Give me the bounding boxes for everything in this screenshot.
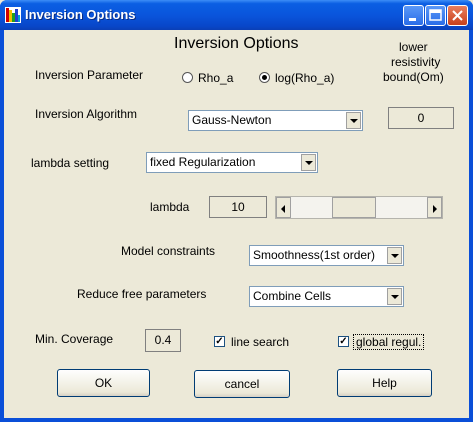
reduce-params-label: Reduce free parameters	[77, 287, 207, 301]
radio-log-rho-a[interactable]	[259, 72, 270, 83]
radio-rho-a-label[interactable]: Rho_a	[198, 71, 233, 85]
lambda-setting-label: lambda setting	[31, 156, 110, 170]
chevron-down-icon[interactable]	[387, 247, 402, 264]
lambda-field[interactable]: 10	[209, 196, 267, 218]
min-coverage-label: Min. Coverage	[35, 332, 114, 346]
minimize-icon	[409, 18, 416, 21]
app-icon	[5, 7, 21, 23]
maximize-icon	[429, 9, 442, 21]
chevron-down-icon[interactable]	[387, 288, 402, 305]
lambda-label: lambda	[150, 200, 190, 214]
global-regul-checkbox[interactable]: ✓	[338, 336, 349, 347]
radio-rho-a[interactable]	[182, 72, 193, 83]
reduce-params-value: Combine Cells	[253, 289, 332, 303]
lambda-slider[interactable]	[275, 196, 443, 219]
arrow-left-icon	[281, 205, 285, 213]
inversion-algorithm-label: Inversion Algorithm	[35, 107, 138, 121]
dialog-window: Inversion Options Inversion Options lowe…	[0, 0, 473, 422]
window-title: Inversion Options	[25, 7, 136, 22]
inversion-parameter-label: Inversion Parameter	[35, 68, 144, 82]
close-button[interactable]	[447, 5, 468, 26]
inversion-algorithm-value: Gauss-Newton	[192, 113, 272, 127]
line-search-checkbox[interactable]: ✓	[214, 336, 225, 347]
ok-button[interactable]: OK	[57, 369, 150, 397]
minimize-button[interactable]	[403, 5, 424, 26]
dialog-client: Inversion Options lower resistivity boun…	[4, 30, 469, 418]
line-search-label[interactable]: line search	[231, 335, 289, 349]
slider-thumb[interactable]	[332, 197, 376, 218]
lambda-setting-value: fixed Regularization	[150, 155, 256, 169]
inversion-algorithm-select[interactable]: Gauss-Newton	[188, 110, 363, 131]
maximize-button[interactable]	[425, 5, 446, 26]
bound-label-line3: bound(Om)	[383, 70, 444, 84]
radio-log-rho-a-label[interactable]: log(Rho_a)	[275, 71, 334, 85]
chevron-down-icon[interactable]	[346, 112, 361, 129]
cancel-button[interactable]: cancel	[194, 370, 290, 398]
model-constraints-value: Smoothness(1st order)	[253, 248, 376, 262]
dialog-heading: Inversion Options	[174, 35, 299, 52]
title-bar[interactable]: Inversion Options	[0, 0, 473, 30]
close-icon	[452, 10, 463, 21]
help-button[interactable]: Help	[337, 369, 432, 397]
bound-label-line1: lower	[399, 40, 428, 54]
min-coverage-field[interactable]: 0.4	[145, 329, 181, 352]
lower-bound-field[interactable]: 0	[388, 107, 454, 129]
reduce-params-select[interactable]: Combine Cells	[249, 286, 404, 307]
model-constraints-select[interactable]: Smoothness(1st order)	[249, 245, 404, 266]
scroll-right-button[interactable]	[427, 197, 442, 218]
model-constraints-label: Model constraints	[121, 244, 216, 258]
chevron-down-icon[interactable]	[301, 154, 316, 171]
arrow-right-icon	[433, 205, 437, 213]
lambda-setting-select[interactable]: fixed Regularization	[146, 152, 318, 173]
global-regul-label[interactable]: global regul.	[353, 334, 425, 350]
bound-label-line2: resistivity	[391, 55, 441, 69]
scroll-left-button[interactable]	[276, 197, 291, 218]
